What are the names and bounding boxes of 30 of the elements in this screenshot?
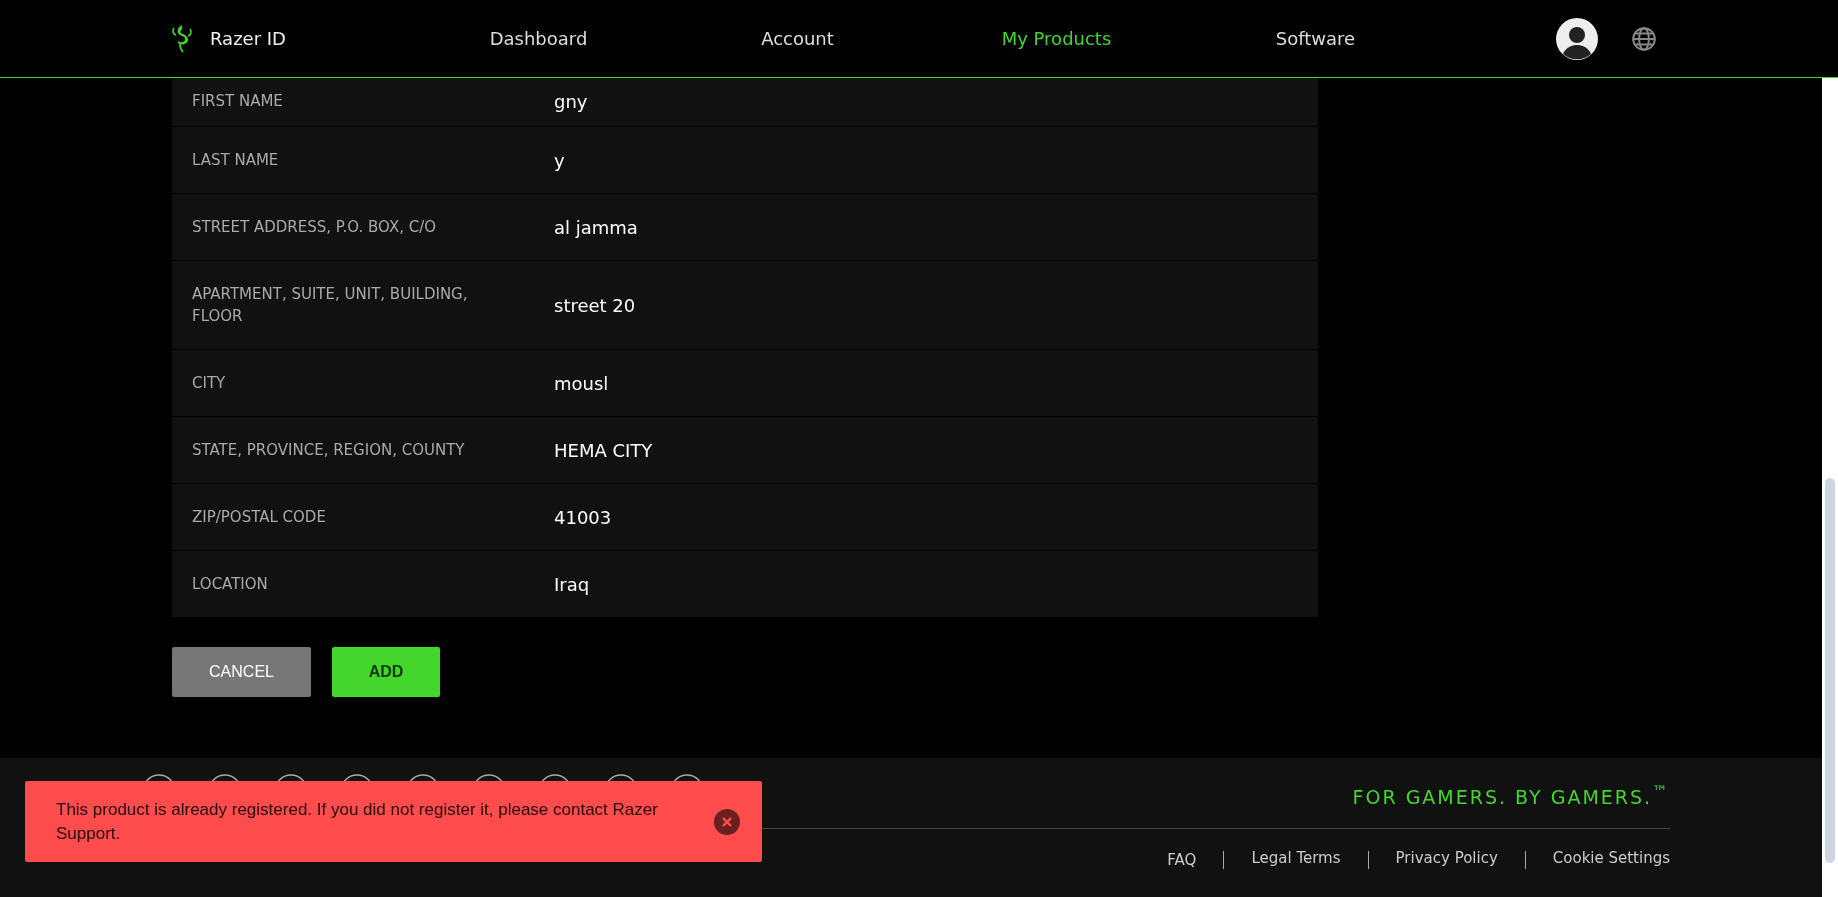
field-value: Iraq <box>554 573 590 595</box>
footer-link[interactable]: Privacy Policy <box>1367 851 1498 870</box>
slogan: FOR GAMERS. BY GAMERS.$^{™}$ <box>1352 782 1670 809</box>
footer-link[interactable]: FAQ <box>1140 851 1197 870</box>
field-label: STATE, PROVINCE, REGION, COUNTY <box>191 440 466 461</box>
field-label: CITY <box>191 373 227 394</box>
field-label: LAST NAME <box>191 150 280 171</box>
avatar-icon[interactable] <box>1556 17 1598 60</box>
close-icon[interactable] <box>714 808 740 835</box>
footer-link[interactable]: Cookie Settings <box>1524 851 1670 870</box>
field-value: 41003 <box>554 506 612 528</box>
field-value: gny <box>554 90 588 112</box>
field-label: FIRST NAME <box>191 91 284 112</box>
globe-icon[interactable] <box>1631 25 1657 52</box>
brand-name[interactable]: Razer ID <box>210 28 286 49</box>
field-value: HEMA CITY <box>554 439 653 461</box>
cancel-button[interactable]: CANCEL <box>172 647 311 697</box>
field-value: al jamma <box>554 216 638 238</box>
field-label: STREET ADDRESS, P.O. BOX, C/O <box>191 217 438 238</box>
logo-icon[interactable] <box>170 23 194 54</box>
footer-link[interactable]: Legal Terms <box>1223 851 1341 870</box>
field-value: street 20 <box>554 294 636 316</box>
add-button[interactable]: ADD <box>332 647 440 697</box>
field-value: y <box>554 149 565 171</box>
field-label: LOCATION <box>191 574 269 595</box>
scrollbar[interactable] <box>1822 78 1838 897</box>
field-label: ZIP/POSTAL CODE <box>191 507 327 528</box>
field-label: APARTMENT, SUITE, UNIT, BUILDING, FLOOR <box>191 284 469 327</box>
field-value: mousl <box>554 372 609 394</box>
toast-message: This product is already registered. If you did not register it, please contact Razer Support. <box>56 798 659 845</box>
